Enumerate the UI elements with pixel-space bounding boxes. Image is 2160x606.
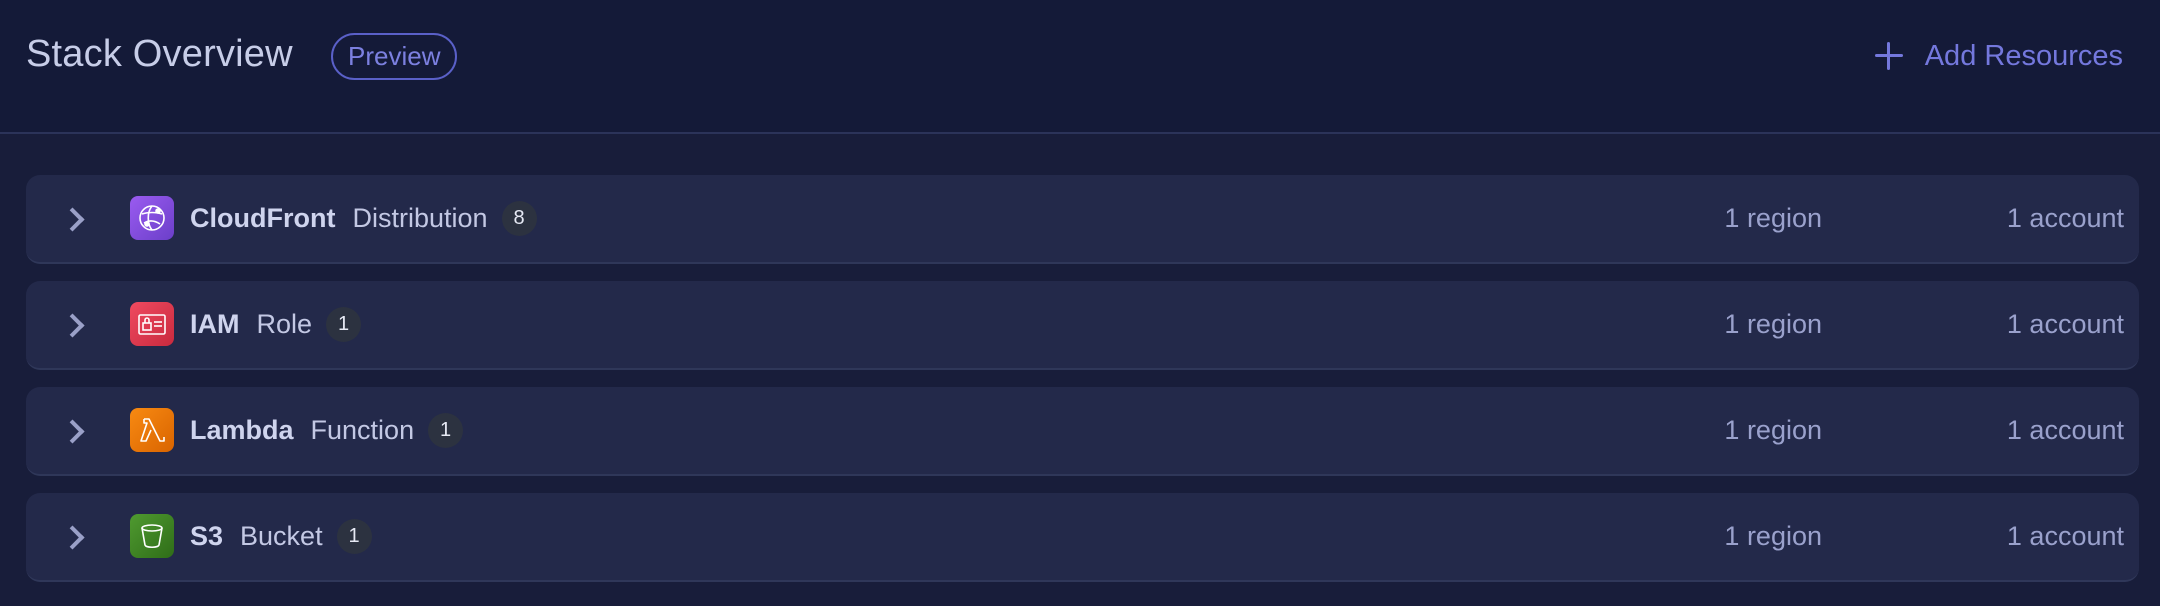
service-name: CloudFront (190, 203, 336, 233)
region-count: 1 region (1724, 309, 1822, 339)
chevron-right-icon[interactable] (60, 310, 90, 340)
plus-icon (1874, 42, 1903, 70)
chevron-right-icon[interactable] (60, 204, 90, 234)
resource-name: Lambda Function 1 (190, 387, 464, 474)
chevron-right-icon[interactable] (60, 522, 90, 552)
add-resources-button[interactable]: Add Resources (1874, 32, 2123, 80)
stack-overview-app: Stack Overview Preview Add Resources Clo… (0, 0, 2160, 606)
count-badge: 1 (336, 519, 372, 554)
account-count: 1 account (2006, 521, 2124, 551)
service-name: S3 (190, 521, 224, 551)
page-header: Stack Overview Preview Add Resources (0, 0, 2160, 134)
account-count: 1 account (2006, 415, 2124, 445)
account-count: 1 account (2006, 309, 2124, 339)
region-count: 1 region (1724, 203, 1822, 233)
resource-row-cloudfront[interactable]: CloudFront Distribution 8 1 region 1 acc… (26, 175, 2139, 264)
page-title: Stack Overview (26, 33, 293, 75)
resource-row-lambda[interactable]: Lambda Function 1 1 region 1 account (26, 387, 2139, 476)
service-name: Lambda (190, 415, 294, 445)
resource-name: IAM Role 1 (190, 281, 362, 368)
resource-list: CloudFront Distribution 8 1 region 1 acc… (26, 175, 2139, 599)
chevron-right-icon[interactable] (60, 416, 90, 446)
resource-type: Role (256, 309, 313, 339)
count-badge: 8 (501, 201, 537, 236)
preview-badge: Preview (331, 33, 458, 80)
iam-icon (130, 302, 174, 346)
count-badge: 1 (428, 413, 464, 448)
resource-type: Distribution (352, 203, 488, 233)
region-count: 1 region (1724, 415, 1822, 445)
service-name: IAM (190, 309, 240, 339)
resource-type: Bucket (240, 521, 323, 551)
s3-icon (130, 514, 174, 558)
resource-name: S3 Bucket 1 (190, 493, 372, 580)
resource-name: CloudFront Distribution 8 (190, 175, 537, 262)
resource-row-iam[interactable]: IAM Role 1 1 region 1 account (26, 281, 2139, 370)
add-resources-label: Add Resources (1924, 39, 2123, 72)
resource-type: Function (310, 415, 415, 445)
cloudfront-icon (130, 196, 174, 240)
count-badge: 1 (326, 307, 362, 342)
account-count: 1 account (2006, 203, 2124, 233)
resource-row-s3[interactable]: S3 Bucket 1 1 region 1 account (26, 493, 2139, 582)
lambda-icon (130, 408, 174, 452)
region-count: 1 region (1724, 521, 1822, 551)
